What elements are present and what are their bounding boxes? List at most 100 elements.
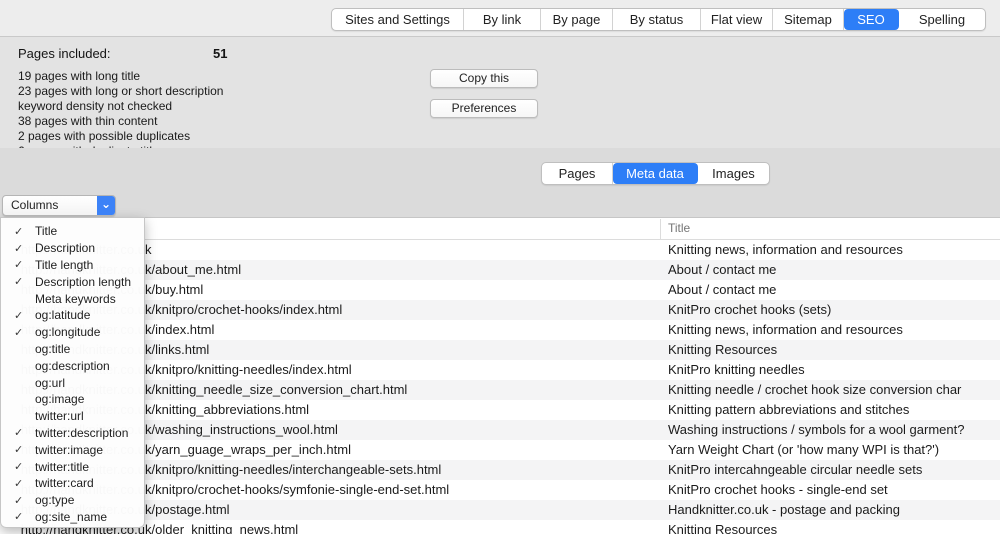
title-cell: Washing instructions / symbols for a woo…	[668, 420, 1000, 440]
columns-menu-item[interactable]: ✓ og:description	[1, 357, 144, 374]
table-row[interactable]: http://handknitter.co.uk/yarn_guage_wrap…	[0, 440, 1000, 460]
checkmark-icon: ✓	[14, 258, 29, 271]
columns-menu-item[interactable]: ✓ og:longitude	[1, 324, 144, 341]
table-header-row: Title	[0, 218, 1000, 240]
view-tab[interactable]: By page	[541, 9, 613, 30]
checkmark-icon: ✓	[14, 426, 29, 439]
columns-menu-item-label: Title	[35, 224, 57, 238]
checkmark-icon: ✓	[14, 494, 29, 507]
data-view-segment[interactable]: Images	[698, 163, 769, 184]
columns-menu-item-label: Meta keywords	[35, 292, 116, 306]
columns-menu-item-label: og:image	[35, 392, 84, 406]
title-cell: Knitting news, information and resources	[668, 320, 1000, 340]
columns-menu-item-label: twitter:title	[35, 460, 89, 474]
table-rows: http://handknitter.co.uk Knitting news, …	[0, 240, 1000, 534]
columns-menu-item-label: og:latitude	[35, 308, 90, 322]
columns-menu-item[interactable]: ✓ twitter:image	[1, 441, 144, 458]
table-row[interactable]: http://handknitter.co.uk/knitpro/crochet…	[0, 480, 1000, 500]
preferences-button[interactable]: Preferences	[430, 99, 538, 118]
columns-menu-item[interactable]: ✓ og:title	[1, 341, 144, 358]
url-visible-part: k/postage.html	[145, 502, 230, 517]
data-view-segment[interactable]: Meta data	[613, 163, 698, 184]
view-tab[interactable]: By status	[613, 9, 701, 30]
columns-menu-item[interactable]: ✓ Title length	[1, 257, 144, 274]
title-column-header[interactable]: Title	[668, 218, 690, 239]
url-visible-part: k	[145, 242, 152, 257]
view-tab[interactable]: Spelling	[899, 9, 985, 30]
columns-menu-item[interactable]: ✓ Description length	[1, 273, 144, 290]
pages-included-label: Pages included:	[18, 46, 111, 61]
title-cell: Knitting Resources	[668, 340, 1000, 360]
table-toolbar-band	[0, 148, 1000, 217]
columns-menu-item-label: twitter:description	[35, 426, 128, 440]
popup-chevron-cap: ⌄	[97, 196, 115, 215]
columns-menu-item[interactable]: ✓ Title	[1, 223, 144, 240]
table-row[interactable]: http://handknitter.co.uk/index.html Knit…	[0, 320, 1000, 340]
columns-menu-item[interactable]: ✓ og:type	[1, 492, 144, 509]
columns-menu-item[interactable]: ✓ og:image	[1, 391, 144, 408]
columns-menu-item[interactable]: ✓ Meta keywords	[1, 290, 144, 307]
columns-menu-item[interactable]: ✓ og:latitude	[1, 307, 144, 324]
columns-menu-item[interactable]: ✓ twitter:title	[1, 458, 144, 475]
column-divider	[660, 219, 661, 239]
checkmark-icon: ✓	[14, 242, 29, 255]
table-row[interactable]: http://handknitter.co.uk/washing_instruc…	[0, 420, 1000, 440]
url-visible-part: k/knitting_abbreviations.html	[145, 402, 309, 417]
columns-menu-item-label: Description	[35, 241, 95, 255]
table-row[interactable]: http://handknitter.co.uk/about_me.html A…	[0, 260, 1000, 280]
table-row[interactable]: http://handknitter.co.uk/older_knitting_…	[0, 520, 1000, 534]
url-visible-part: k/older_knitting_news.html	[145, 522, 298, 534]
url-visible-part: k/knitpro/knitting-needles/interchangeab…	[145, 462, 441, 477]
columns-menu-item[interactable]: ✓ twitter:description	[1, 425, 144, 442]
table-row[interactable]: http://handknitter.co.uk/knitpro/crochet…	[0, 300, 1000, 320]
columns-menu-item[interactable]: ✓ og:url	[1, 374, 144, 391]
title-cell: Knitting news, information and resources	[668, 240, 1000, 260]
toolbar: Sites and Settings By link By page By st…	[0, 0, 1000, 37]
meta-data-table: Title http://handknitter.co.uk Knitting …	[0, 217, 1000, 534]
view-tab[interactable]: SEO	[844, 9, 899, 30]
app-window: Sites and Settings By link By page By st…	[0, 0, 1000, 534]
title-cell: Knitting pattern abbreviations and stitc…	[668, 400, 1000, 420]
table-row[interactable]: http://handknitter.co.uk/knitting_needle…	[0, 380, 1000, 400]
table-row[interactable]: http://handknitter.co.uk/knitting_abbrev…	[0, 400, 1000, 420]
columns-menu-item[interactable]: ✓ og:site_name	[1, 509, 144, 526]
columns-menu-item-label: og:title	[35, 342, 70, 356]
seo-summary-lines: 19 pages with long title 23 pages with l…	[18, 69, 223, 159]
data-view-segment[interactable]: Pages	[542, 163, 613, 184]
url-visible-part: k/yarn_guage_wraps_per_inch.html	[145, 442, 351, 457]
table-row[interactable]: http://handknitter.co.uk/knitpro/knittin…	[0, 360, 1000, 380]
view-tab[interactable]: Flat view	[701, 9, 773, 30]
columns-menu-item-label: Description length	[35, 275, 131, 289]
copy-this-button[interactable]: Copy this	[430, 69, 538, 88]
table-row[interactable]: http://handknitter.co.uk/postage.html Ha…	[0, 500, 1000, 520]
pages-included-value: 51	[213, 46, 227, 61]
title-cell: KnitPro crochet hooks - single-end set	[668, 480, 1000, 500]
seo-summary-line: 2 pages with possible duplicates	[18, 129, 223, 144]
url-visible-part: k/links.html	[145, 342, 209, 357]
seo-summary-line: 38 pages with thin content	[18, 114, 223, 129]
view-tab[interactable]: Sites and Settings	[332, 9, 464, 30]
checkmark-icon: ✓	[14, 275, 29, 288]
table-row[interactable]: http://handknitter.co.uk/links.html Knit…	[0, 340, 1000, 360]
columns-popup-button[interactable]: Columns ⌄	[2, 195, 116, 216]
title-cell: KnitPro intercahngeable circular needle …	[668, 460, 1000, 480]
url-visible-part: k/knitpro/crochet-hooks/index.html	[145, 302, 342, 317]
view-tab[interactable]: By link	[464, 9, 541, 30]
title-cell: About / contact me	[668, 280, 1000, 300]
table-row[interactable]: http://handknitter.co.uk Knitting news, …	[0, 240, 1000, 260]
title-cell: KnitPro crochet hooks (sets)	[668, 300, 1000, 320]
url-visible-part: k/knitpro/knitting-needles/index.html	[145, 362, 352, 377]
columns-menu-item[interactable]: ✓ Description	[1, 240, 144, 257]
table-row[interactable]: http://handknitter.co.uk/knitpro/knittin…	[0, 460, 1000, 480]
title-cell: Knitting Resources	[668, 520, 1000, 534]
columns-menu-item-label: twitter:url	[35, 409, 84, 423]
view-tab[interactable]: Sitemap	[773, 9, 844, 30]
seo-summary-line: 23 pages with long or short description	[18, 84, 223, 99]
table-row[interactable]: http://handknitter.co.uk/buy.html About …	[0, 280, 1000, 300]
columns-menu-item[interactable]: ✓ twitter:card	[1, 475, 144, 492]
title-cell: Handknitter.co.uk - postage and packing	[668, 500, 1000, 520]
checkmark-icon: ✓	[14, 477, 29, 490]
seo-summary-line: keyword density not checked	[18, 99, 223, 114]
checkmark-icon: ✓	[14, 309, 29, 322]
columns-menu-item[interactable]: ✓ twitter:url	[1, 408, 144, 425]
